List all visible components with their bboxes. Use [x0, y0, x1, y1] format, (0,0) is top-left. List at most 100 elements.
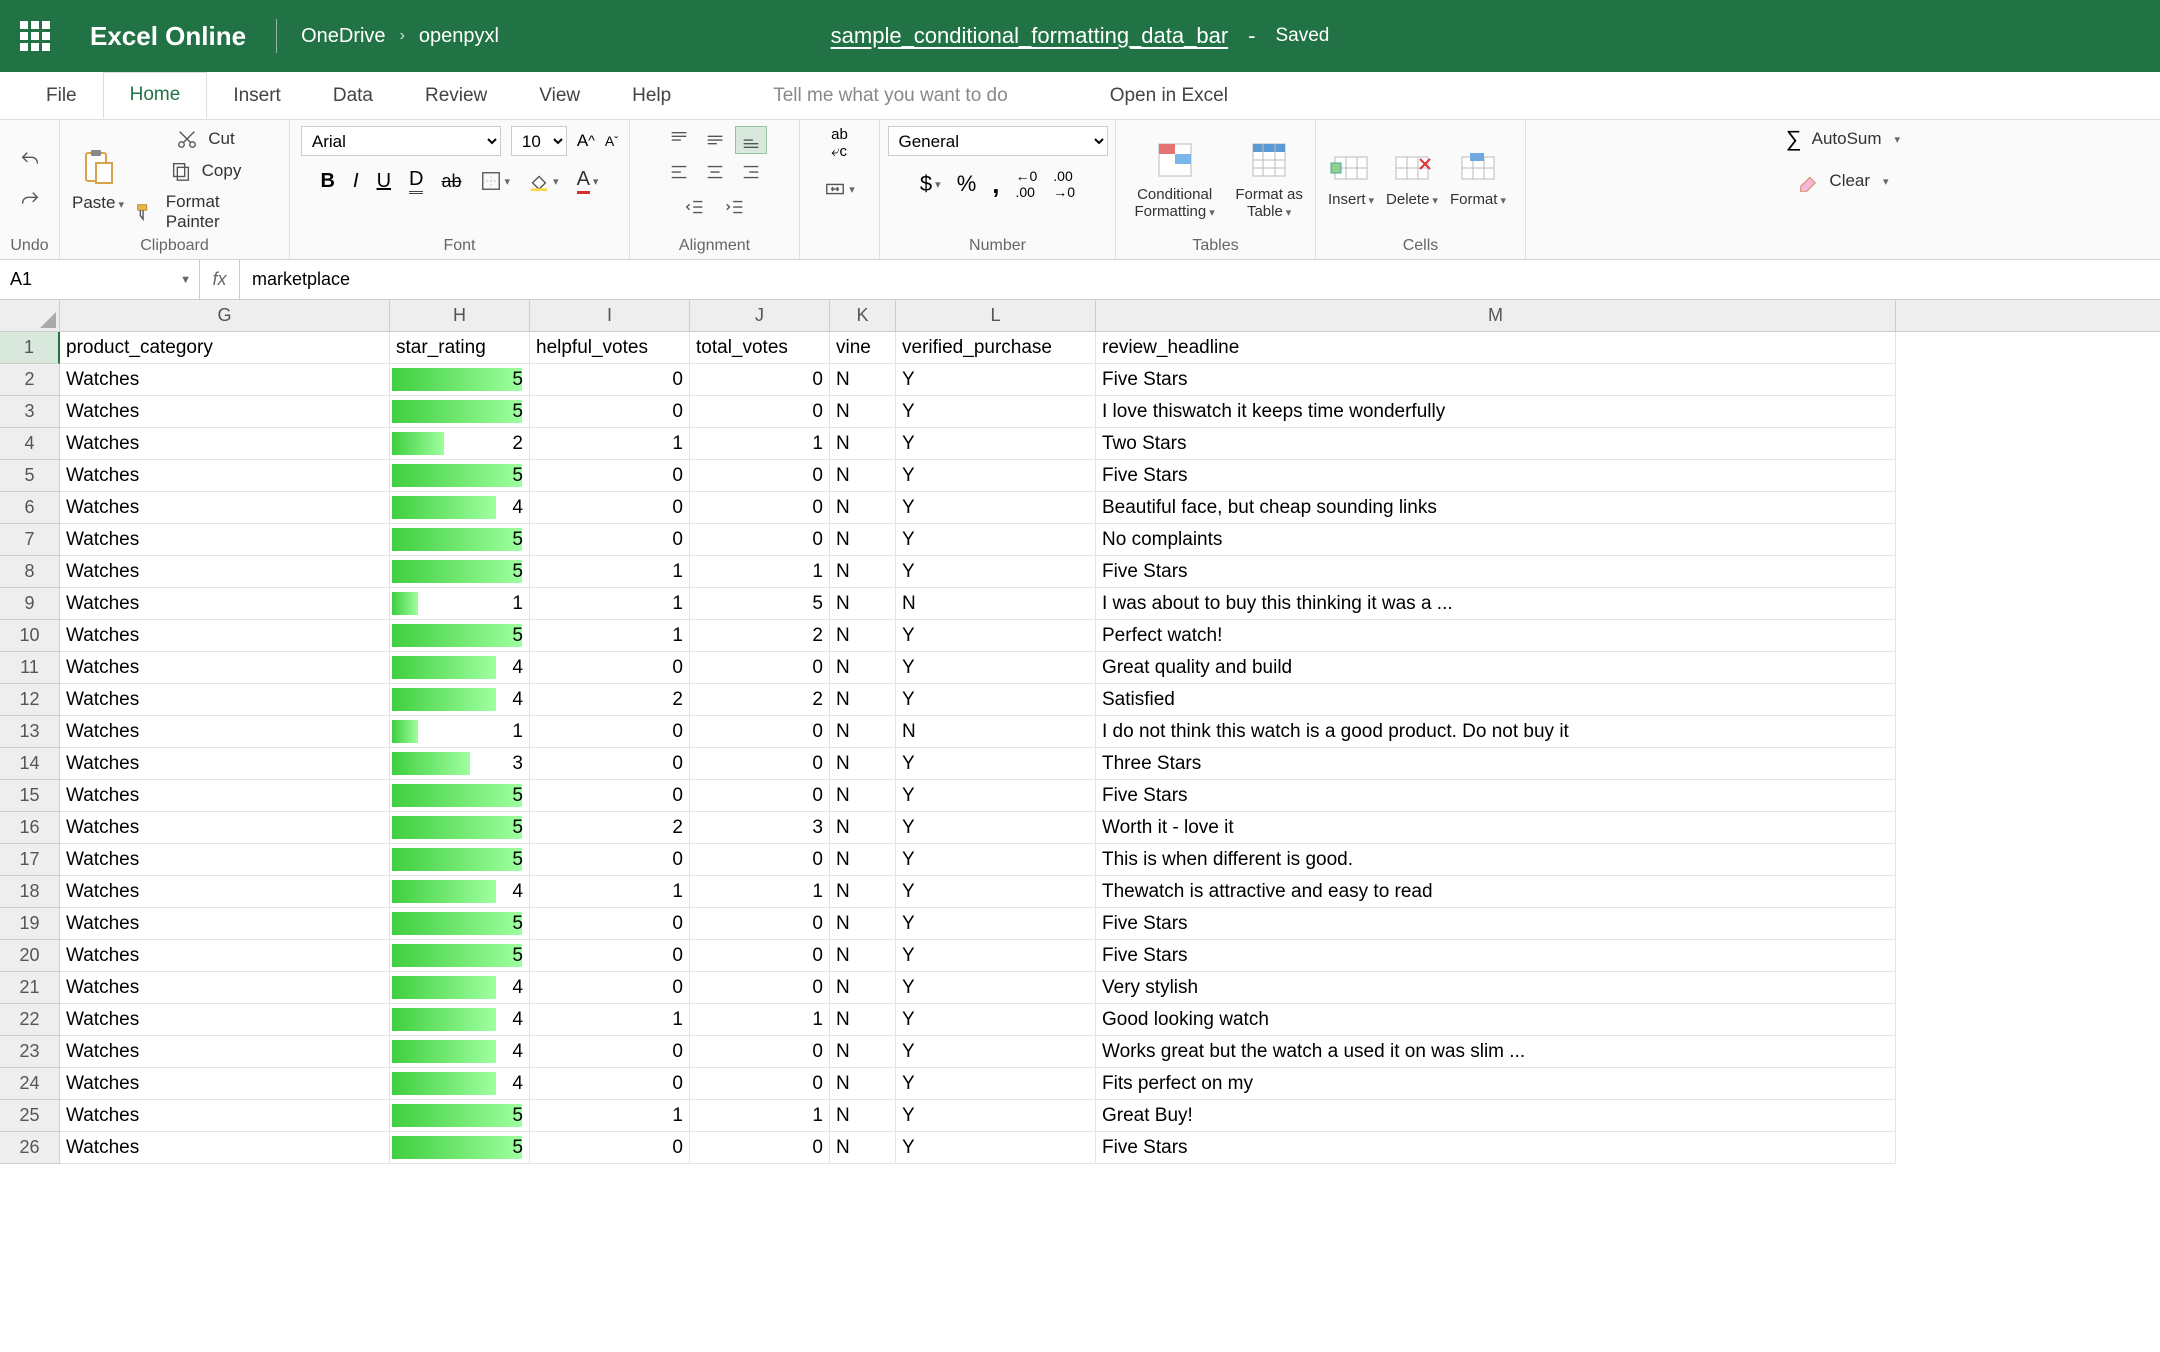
double-underline-button[interactable]: D — [409, 168, 423, 194]
cell[interactable]: Five Stars — [1096, 364, 1896, 396]
cell[interactable]: Watches — [60, 1036, 390, 1068]
tab-review[interactable]: Review — [399, 72, 513, 119]
cell[interactable]: N — [896, 716, 1096, 748]
cell[interactable]: Y — [896, 652, 1096, 684]
app-launcher-icon[interactable] — [20, 21, 50, 51]
cell[interactable]: 1 — [530, 876, 690, 908]
cell[interactable]: 5 — [390, 908, 530, 940]
cell[interactable]: Y — [896, 492, 1096, 524]
cell[interactable]: 0 — [690, 972, 830, 1004]
cell[interactable]: N — [830, 652, 896, 684]
cell[interactable]: Y — [896, 876, 1096, 908]
cell[interactable]: Watches — [60, 588, 390, 620]
row-header[interactable]: 20 — [0, 940, 60, 972]
cell[interactable]: Watches — [60, 652, 390, 684]
cell[interactable]: Five Stars — [1096, 460, 1896, 492]
cell[interactable]: 0 — [530, 652, 690, 684]
cell[interactable]: 5 — [390, 780, 530, 812]
name-box[interactable]: A1 ▼ — [0, 260, 200, 299]
cell[interactable]: 5 — [390, 1132, 530, 1164]
cell[interactable]: total_votes — [690, 332, 830, 364]
decrease-decimal-button[interactable]: .00→0 — [1053, 168, 1075, 200]
cell[interactable]: 0 — [530, 364, 690, 396]
cell[interactable]: Y — [896, 364, 1096, 396]
cell[interactable]: 0 — [690, 652, 830, 684]
cell[interactable]: Thewatch is attractive and easy to read — [1096, 876, 1896, 908]
row-header[interactable]: 26 — [0, 1132, 60, 1164]
cell[interactable]: Three Stars — [1096, 748, 1896, 780]
row-header[interactable]: 2 — [0, 364, 60, 396]
cell[interactable]: Watches — [60, 396, 390, 428]
cell[interactable]: Y — [896, 972, 1096, 1004]
cell[interactable]: Y — [896, 812, 1096, 844]
cell[interactable]: 2 — [690, 620, 830, 652]
format-cells-button[interactable]: Format — [1450, 151, 1506, 208]
cell[interactable]: 3 — [690, 812, 830, 844]
font-size-select[interactable]: 10 — [511, 126, 567, 156]
cell[interactable]: Two Stars — [1096, 428, 1896, 460]
cell[interactable]: No complaints — [1096, 524, 1896, 556]
align-left-button[interactable] — [663, 158, 695, 186]
open-in-excel-button[interactable]: Open in Excel — [1084, 85, 1254, 107]
row-header[interactable]: 9 — [0, 588, 60, 620]
redo-button[interactable] — [19, 189, 41, 211]
cell[interactable]: Watches — [60, 684, 390, 716]
increase-decimal-button[interactable]: ←0.00 — [1015, 168, 1037, 200]
cell[interactable]: 5 — [390, 460, 530, 492]
cell[interactable]: 4 — [390, 1068, 530, 1100]
wrap-text-button[interactable]: ab⤶c — [831, 126, 848, 160]
cell[interactable]: 5 — [390, 620, 530, 652]
column-header[interactable]: H — [390, 300, 530, 331]
cell[interactable]: Y — [896, 556, 1096, 588]
cell[interactable]: 0 — [530, 1132, 690, 1164]
undo-button[interactable] — [19, 149, 41, 171]
number-format-select[interactable]: General — [888, 126, 1108, 156]
align-middle-button[interactable] — [699, 126, 731, 154]
cell[interactable]: 5 — [390, 940, 530, 972]
cell[interactable]: 1 — [690, 1004, 830, 1036]
cell[interactable]: 4 — [390, 1036, 530, 1068]
cell[interactable]: Watches — [60, 844, 390, 876]
column-header[interactable]: L — [896, 300, 1096, 331]
cell[interactable]: N — [830, 908, 896, 940]
cell[interactable]: Satisfied — [1096, 684, 1896, 716]
paste-label[interactable]: Paste — [72, 193, 124, 213]
row-header[interactable]: 13 — [0, 716, 60, 748]
row-header[interactable]: 4 — [0, 428, 60, 460]
cell[interactable]: 5 — [390, 524, 530, 556]
cell[interactable]: 4 — [390, 492, 530, 524]
tab-home[interactable]: Home — [103, 72, 208, 119]
spreadsheet-grid[interactable]: GHIJKLM 1product_categorystar_ratinghelp… — [0, 300, 2160, 1164]
cell[interactable]: 0 — [530, 1068, 690, 1100]
row-header[interactable]: 25 — [0, 1100, 60, 1132]
align-right-button[interactable] — [735, 158, 767, 186]
cell[interactable]: I do not think this watch is a good prod… — [1096, 716, 1896, 748]
cell[interactable]: Y — [896, 428, 1096, 460]
cell[interactable]: N — [830, 1132, 896, 1164]
cell[interactable]: N — [830, 1068, 896, 1100]
cell[interactable]: N — [830, 780, 896, 812]
cell[interactable]: 0 — [690, 1036, 830, 1068]
row-header[interactable]: 22 — [0, 1004, 60, 1036]
cell[interactable]: product_category — [60, 332, 390, 364]
underline-button[interactable]: U — [377, 170, 391, 193]
cell[interactable]: Watches — [60, 748, 390, 780]
cell[interactable]: Y — [896, 748, 1096, 780]
fx-icon[interactable]: fx — [200, 260, 240, 299]
cell[interactable]: 0 — [690, 364, 830, 396]
cell[interactable]: Watches — [60, 908, 390, 940]
cell[interactable]: Watches — [60, 972, 390, 1004]
cell[interactable]: N — [830, 620, 896, 652]
row-header[interactable]: 10 — [0, 620, 60, 652]
align-center-button[interactable] — [699, 158, 731, 186]
cell[interactable]: Y — [896, 780, 1096, 812]
row-header[interactable]: 16 — [0, 812, 60, 844]
cell[interactable]: 1 — [690, 1100, 830, 1132]
cell[interactable]: Great Buy! — [1096, 1100, 1896, 1132]
cell[interactable]: 0 — [690, 1068, 830, 1100]
cell[interactable]: 0 — [530, 460, 690, 492]
cell[interactable]: 0 — [530, 492, 690, 524]
cell[interactable]: Watches — [60, 1004, 390, 1036]
cell[interactable]: 5 — [390, 1100, 530, 1132]
row-header[interactable]: 7 — [0, 524, 60, 556]
